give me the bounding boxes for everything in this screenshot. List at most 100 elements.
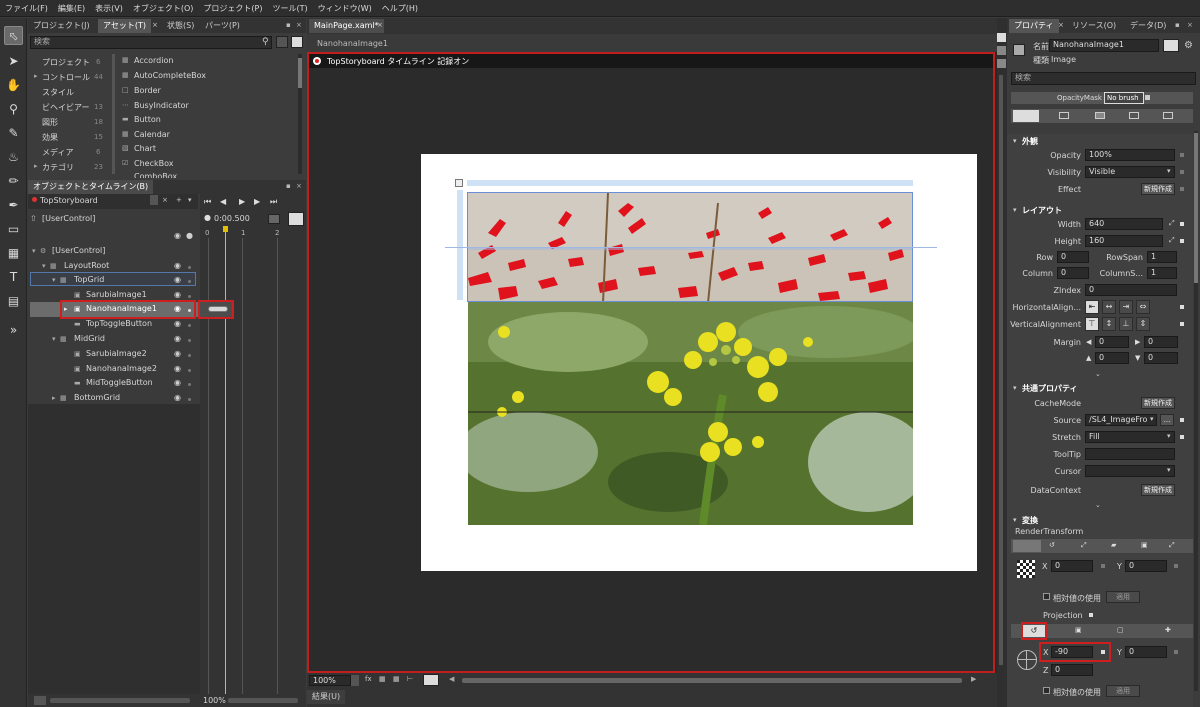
eyedropper-icon[interactable]: ✎	[4, 123, 23, 142]
lock-dot[interactable]	[188, 324, 191, 327]
chevron-down-icon[interactable]: ▾	[1167, 167, 1171, 175]
valign-top-icon[interactable]: ⊤	[1085, 317, 1099, 331]
asset-item[interactable]: Button	[134, 115, 161, 124]
properties-scrollbar[interactable]	[1194, 133, 1198, 283]
timeline-view-button[interactable]	[288, 212, 304, 226]
relative-checkbox[interactable]	[1043, 593, 1050, 600]
translate-x-field[interactable]: 0	[1051, 560, 1093, 572]
advanced-options-icon[interactable]	[1180, 435, 1184, 439]
center-of-rotation-icon[interactable]: ▣	[1075, 626, 1082, 634]
apply-button[interactable]: 適用	[1106, 685, 1140, 697]
scroll-left-icon[interactable]: ◀	[449, 675, 454, 683]
close-icon[interactable]: ×	[152, 21, 158, 29]
transform-origin-icon[interactable]	[1017, 560, 1035, 578]
center-tab-icon[interactable]: ▣	[1141, 541, 1148, 549]
global-offset-icon[interactable]: ▢	[1117, 626, 1124, 634]
zindex-field[interactable]: 0	[1085, 284, 1177, 296]
datacontext-new-button[interactable]: 新規作成	[1141, 484, 1175, 496]
valign-bottom-icon[interactable]: ⊥	[1119, 317, 1133, 331]
grid-toggle-icon[interactable]: ▦	[379, 675, 386, 683]
close-icon[interactable]: ×	[377, 21, 383, 29]
chevron-down-icon[interactable]: ▾	[1167, 466, 1171, 474]
direct-select-icon[interactable]: ➤	[4, 51, 23, 70]
properties-search-input[interactable]: 検索	[1011, 72, 1196, 85]
opacity-field[interactable]: 100%	[1085, 149, 1175, 161]
expand-arrow-icon[interactable]: ▸	[52, 394, 56, 402]
tile-brush-icon[interactable]	[1129, 112, 1139, 119]
results-tab[interactable]: 結果(U)	[307, 690, 346, 704]
expand-arrow-icon[interactable]: ▾	[52, 335, 56, 343]
advanced-options-icon[interactable]	[1180, 153, 1184, 157]
asset-item[interactable]: BusyIndicator	[134, 101, 189, 110]
lock-dot[interactable]	[188, 280, 191, 283]
apply-button[interactable]: 適用	[1106, 591, 1140, 603]
projection-y-field[interactable]: 0	[1125, 646, 1167, 658]
vertical-scrollbar[interactable]	[999, 75, 1003, 665]
asset-item[interactable]: Chart	[134, 144, 156, 153]
menu-tools[interactable]: ツール(T)	[272, 3, 307, 14]
menu-project[interactable]: プロジェクト(P)	[203, 3, 262, 14]
translate-tab-icon[interactable]	[1013, 540, 1041, 552]
margin-bottom-field[interactable]: 0	[1144, 352, 1178, 364]
zoom-icon[interactable]: ⚲	[4, 99, 23, 118]
add-storyboard-icon[interactable]: +	[176, 196, 182, 204]
tree-item-sarubia1[interactable]: SarubiaImage1	[86, 290, 147, 299]
snap-button[interactable]	[268, 214, 280, 224]
tab-project[interactable]: プロジェクト(J)	[28, 19, 95, 33]
timeline-area[interactable]	[200, 194, 306, 706]
pin-icon[interactable]: ▪	[1175, 21, 1180, 29]
flip-tab-icon[interactable]: ⤢	[1169, 541, 1175, 550]
tree-scrollbar[interactable]	[50, 698, 190, 703]
chevron-down-icon[interactable]: ⌄	[1095, 501, 1101, 509]
eye-icon[interactable]: ◉	[174, 378, 181, 387]
wrench-icon[interactable]: ⚙	[1184, 40, 1193, 51]
menu-file[interactable]: ファイル(F)	[5, 3, 48, 14]
menu-view[interactable]: 表示(V)	[95, 3, 123, 14]
nanohana-image[interactable]	[468, 302, 913, 525]
horizontal-scrollbar[interactable]	[462, 678, 962, 683]
layout-icon[interactable]	[34, 696, 46, 705]
tree-item-midgrid[interactable]: MidGrid	[74, 334, 105, 343]
rotation-gizmo-icon[interactable]	[1017, 650, 1037, 670]
category-media[interactable]: メディア	[42, 147, 73, 158]
gradient-brush-icon[interactable]	[1095, 112, 1105, 119]
expand-arrow-icon[interactable]: ▾	[52, 276, 56, 284]
zoom-field[interactable]: 100%	[309, 675, 351, 686]
tab-resources[interactable]: リソース(O)	[1067, 19, 1121, 33]
collapse-arrow-icon[interactable]: ▾	[1013, 516, 1017, 524]
close-panel-icon[interactable]: ×	[296, 182, 302, 190]
eye-icon[interactable]: ◉	[174, 319, 181, 328]
translate-y-field[interactable]: 0	[1125, 560, 1167, 572]
resource-brush-icon[interactable]	[1163, 112, 1173, 119]
advanced-options-icon[interactable]	[1101, 564, 1105, 568]
align-right-icon[interactable]: ⇥	[1119, 300, 1133, 314]
assets-search-input[interactable]: 検索	[30, 36, 272, 49]
eye-icon[interactable]: ◉	[174, 393, 181, 402]
scope-root[interactable]: [UserControl]	[42, 214, 95, 223]
annotation-icon[interactable]	[423, 674, 439, 686]
lock-dot[interactable]	[188, 266, 191, 269]
auto-size-icon[interactable]: ⤢	[1169, 219, 1175, 228]
columnspan-field[interactable]: 1	[1147, 267, 1177, 279]
common-header[interactable]: 共通プロパティ	[1022, 383, 1078, 394]
category-categories[interactable]: カテゴリ	[42, 162, 74, 173]
width-field[interactable]: 640	[1085, 218, 1163, 230]
advanced-options-icon[interactable]	[1180, 305, 1184, 309]
controls-icon[interactable]: ▤	[4, 291, 23, 310]
transform-header[interactable]: 変換	[1022, 515, 1038, 526]
close-panel-icon[interactable]: ×	[1187, 21, 1193, 29]
tab-mainpage[interactable]: MainPage.xaml*	[309, 19, 384, 33]
expand-arrow-icon[interactable]: ▾	[42, 262, 46, 270]
prev-frame-icon[interactable]: ◀	[220, 197, 226, 206]
advanced-options-icon[interactable]	[1180, 418, 1184, 422]
asset-item[interactable]: Accordion	[134, 56, 173, 65]
snap-line-icon[interactable]: ⊢	[407, 675, 413, 683]
asset-item[interactable]: AutoCompleteBox	[134, 71, 206, 80]
menu-edit[interactable]: 編集(E)	[58, 3, 85, 14]
close-panel-icon[interactable]: ×	[296, 21, 302, 29]
advanced-options-icon[interactable]	[1180, 222, 1184, 226]
snap-grid-icon[interactable]: ▦	[393, 675, 400, 683]
local-offset-icon[interactable]: ✚	[1165, 626, 1171, 634]
no-brush-icon[interactable]	[1013, 110, 1039, 122]
margin-left-field[interactable]: 0	[1095, 336, 1129, 348]
